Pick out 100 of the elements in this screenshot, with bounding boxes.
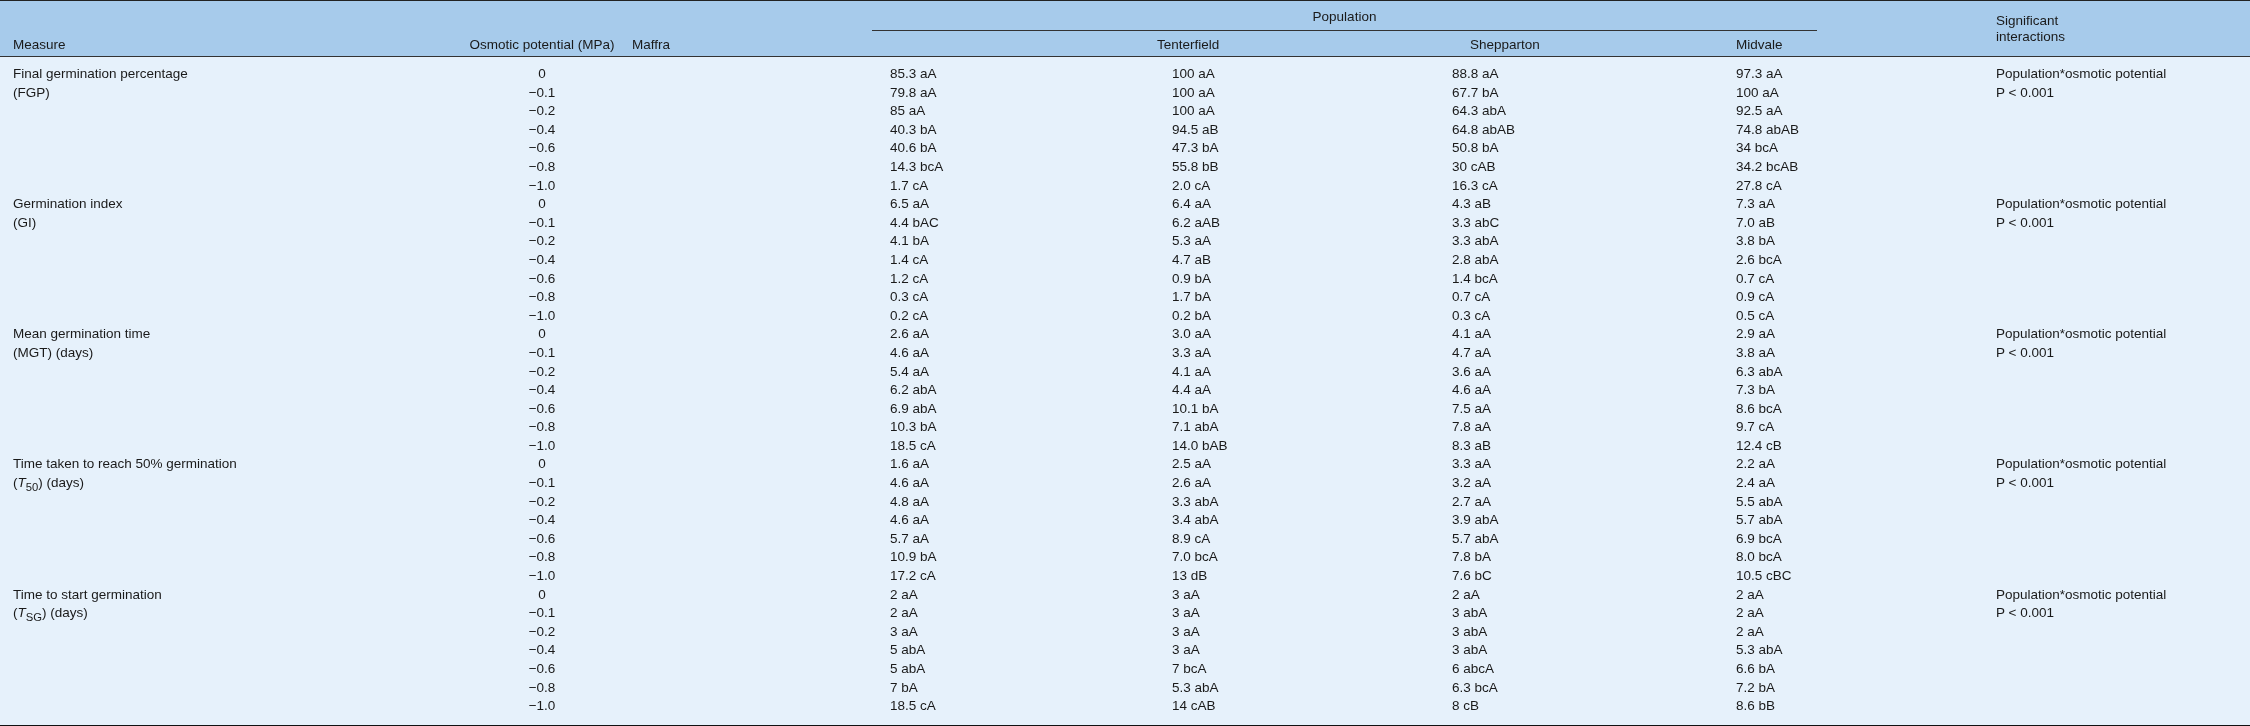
table-cell-text: −0.8 (527, 548, 557, 567)
table-cell-text: 5.3 abA (1171, 678, 1220, 697)
table-cell-text: −0.8 (527, 678, 557, 697)
table-cell-text: 27.8 cA (1736, 176, 1783, 195)
table-cell-text: −0.1 (527, 343, 557, 362)
table-cell-text: −0.6 (527, 139, 557, 158)
table-cell-text: 4.1 aA (1171, 362, 1213, 381)
table-cell-text: −0.1 (527, 474, 557, 493)
table-cell-text: 0 (537, 325, 547, 344)
table-cell-text: 5.4 aA (889, 362, 931, 381)
table-cell-text: 1.7 bA (1171, 288, 1213, 307)
table-cell-text: −0.6 (527, 399, 557, 418)
table-cell-text: 3.0 aA (1171, 325, 1213, 344)
table-cell-text: 6.3 abA (1736, 362, 1784, 381)
table-cell-text: −0.6 (527, 529, 557, 548)
table-cell-text: 4.6 aA (889, 474, 931, 493)
table-cell-text: 7.0 bcA (1171, 548, 1219, 567)
table-cell-text: −1.0 (527, 567, 557, 586)
table-cell-text: 100 aA (1171, 65, 1216, 83)
table-cell-text: 8.9 cA (1171, 529, 1212, 548)
table-cell-text: 7.2 bA (1736, 678, 1777, 697)
column-header: Significant interactions (1996, 13, 2067, 45)
table-cell-text: 7 bcA (1171, 660, 1208, 678)
table-cell-text: 0.5 cA (1736, 306, 1776, 325)
table-cell-text: 6.2 aAB (1171, 213, 1222, 232)
table-cell-text: 0.3 cA (1452, 306, 1492, 325)
table-cell-text: −0.6 (527, 660, 557, 678)
table-cell-text: −1.0 (527, 176, 557, 195)
table-cell-text: 3 aA (1171, 604, 1201, 623)
table-cell-text: 18.5 cA (889, 436, 937, 455)
table-cell-text: 7.0 aB (1736, 213, 1777, 232)
table-cell-text: 2 aA (889, 604, 919, 623)
measure-label: Final germination percentage (FGP) (12, 65, 189, 102)
table-cell-text: 100 aA (1171, 102, 1216, 121)
table-cell-text: 3 abA (1452, 622, 1489, 641)
table-cell-text: 0.9 cA (1736, 288, 1776, 307)
table-cell-text: 55.8 bB (1171, 157, 1220, 176)
table-cell-text: 40.3 bA (889, 120, 938, 139)
table-cell-text: 2.0 cA (1171, 176, 1212, 195)
table-cell-text: 2.6 aA (1171, 474, 1213, 493)
table-cell-text: 2.2 aA (1736, 455, 1777, 474)
table-cell-text: 2.9 aA (1736, 325, 1777, 344)
table-cell-text: 4.4 aA (1171, 381, 1213, 400)
table-cell-text: 3.8 aA (1736, 343, 1777, 362)
table-cell-text: −0.1 (527, 213, 557, 232)
table-cell-text: 74.8 abAB (1736, 120, 1801, 139)
interaction-note: Population*osmotic potential P < 0.001 (1996, 195, 2168, 232)
table-cell-text: 4.6 aA (889, 343, 931, 362)
table-cell-text: 3 abA (1452, 641, 1489, 660)
measure-label: Time to start germination (T$_{SG}$) (days) (12, 585, 163, 625)
table-cell-text: 16.3 cA (1452, 176, 1499, 195)
table-cell-text: 17.2 cA (889, 567, 937, 586)
table-cell-text: 0 (537, 195, 547, 214)
table-cell-text: 3.4 abA (1171, 511, 1220, 530)
table-cell-text: 1.7 cA (889, 176, 930, 195)
table-cell-text: 4.6 aA (1452, 381, 1493, 400)
table-cell-text: 0.7 cA (1736, 269, 1776, 288)
table-cell-text: 34.2 bcAB (1736, 157, 1800, 176)
table-cell-text: 92.5 aA (1736, 102, 1784, 121)
table-cell-text: 64.8 abAB (1452, 120, 1517, 139)
table-cell-text: 2 aA (889, 585, 919, 604)
column-header: Shepparton (1469, 36, 1541, 52)
table-cell-text: 3.2 aA (1452, 474, 1493, 493)
table-cell-text: 8.6 bcA (1736, 399, 1783, 418)
table-cell-text: −0.8 (527, 418, 557, 437)
table-cell-text: 3.8 bA (1736, 232, 1777, 251)
table-cell-text: 0.7 cA (1452, 288, 1492, 307)
table-cell-text: 0 (537, 65, 547, 83)
table-cell-text: 3 aA (1171, 585, 1201, 604)
table-cell-text: 50.8 bA (1452, 139, 1500, 158)
measure-label: Mean germination time (MGT) (days) (12, 325, 152, 362)
table-cell-text: 3.3 abA (1171, 492, 1220, 511)
table-cell-text: −0.4 (527, 120, 557, 139)
table-cell-text: 10.5 cBC (1736, 567, 1793, 586)
table-cell-text: 7.3 bA (1736, 381, 1777, 400)
column-header: Maffra (631, 36, 671, 52)
table-cell-text: 2.5 aA (1171, 455, 1213, 474)
table-cell-text: 2.7 aA (1452, 492, 1493, 511)
table-cell-text: 14 cAB (1171, 697, 1217, 716)
table-cell-text: −0.8 (527, 157, 557, 176)
table-cell-text: 1.4 cA (889, 250, 930, 269)
table-cell-text: 7.8 aA (1452, 418, 1493, 437)
interaction-note: Population*osmotic potential P < 0.001 (1996, 585, 2168, 623)
table-cell-text: −0.8 (527, 288, 557, 307)
table-cell-text: 10.1 bA (1171, 399, 1220, 418)
table-cell-text: 6 abcA (1452, 660, 1496, 678)
table-cell-text: 2 aA (1736, 585, 1765, 604)
table-cell-text: 12.4 cB (1736, 436, 1783, 455)
table-cell-text: −0.2 (527, 622, 557, 641)
table-cell-text: 1.4 bcA (1452, 269, 1499, 288)
table-cell-text: −0.6 (527, 269, 557, 288)
table-cell-text: 100 aA (1736, 83, 1780, 102)
table-cell-text: 3 abA (1452, 604, 1489, 623)
table-cell-text: 4.3 aB (1452, 195, 1493, 214)
table-cell-text: 9.7 cA (1736, 418, 1776, 437)
table-cell-text: 5.5 abA (1736, 492, 1784, 511)
table-cell-text: 6.4 aA (1171, 195, 1213, 214)
table-cell-text: 3 aA (1171, 622, 1201, 641)
table-cell-text: 97.3 aA (1736, 65, 1784, 83)
table-cell-text: 7.3 aA (1736, 195, 1777, 214)
